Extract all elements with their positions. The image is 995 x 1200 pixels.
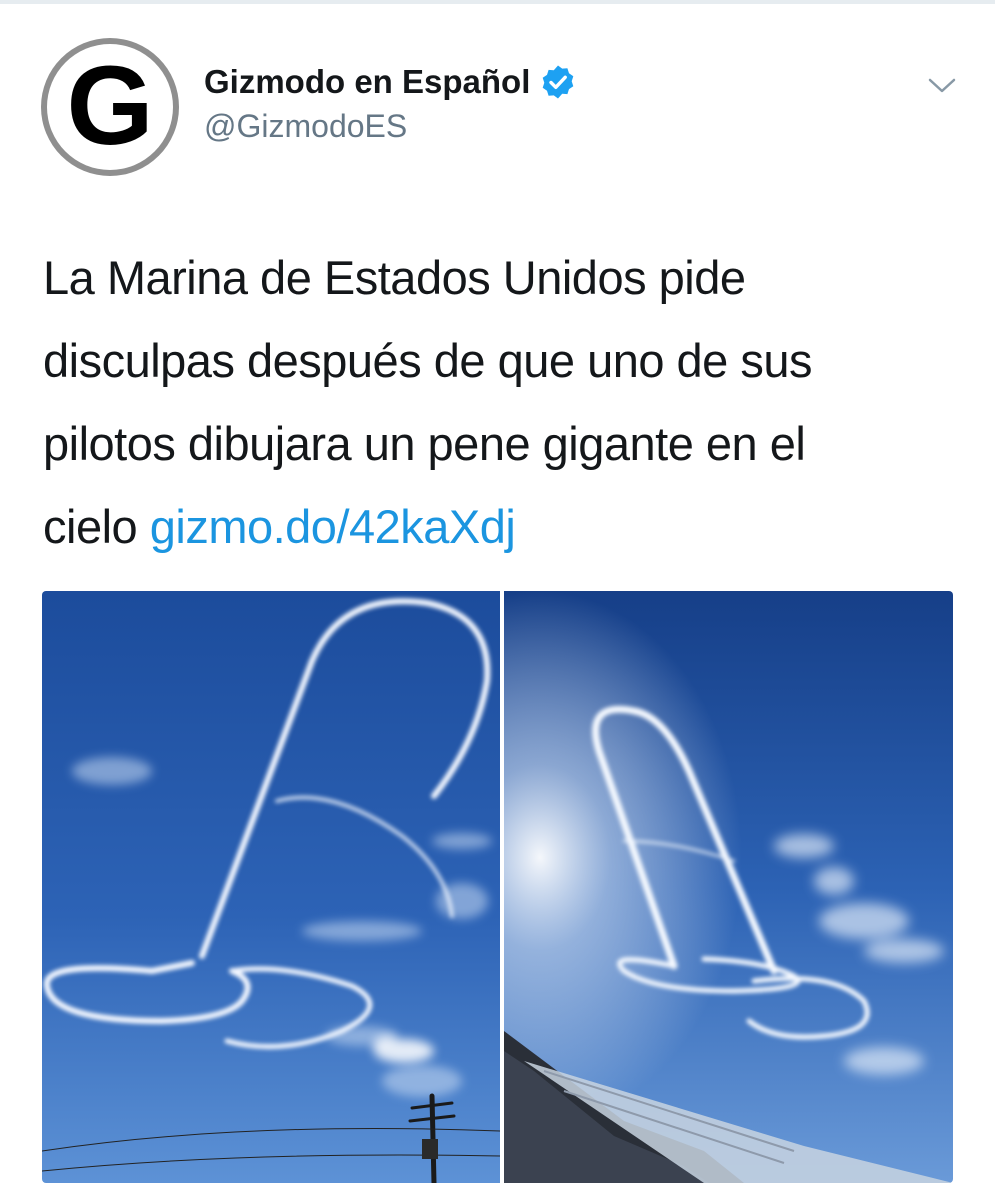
handle[interactable]: @GizmodoES	[204, 108, 407, 145]
tweet-text-line: cielo	[43, 500, 150, 553]
verified-badge-icon	[540, 64, 576, 100]
avatar-logo: G	[47, 44, 173, 170]
avatar-letter: G	[66, 44, 153, 168]
chevron-down-icon[interactable]	[922, 66, 962, 106]
tweet-text-line-last: cielo gizmo.do/42kaXdj	[43, 485, 958, 568]
author-name-row[interactable]: Gizmodo en Español	[204, 58, 576, 106]
top-divider	[0, 0, 995, 4]
tweet-link[interactable]: gizmo.do/42kaXdj	[150, 500, 516, 553]
media-grid	[42, 591, 953, 1183]
photo-sky-skywriting-right[interactable]	[504, 591, 953, 1183]
tweet-text: La Marina de Estados Unidos pide disculp…	[43, 236, 958, 568]
tweet-text-line: La Marina de Estados Unidos pide	[43, 251, 746, 304]
display-name[interactable]: Gizmodo en Español	[204, 63, 530, 101]
photo-sky-skywriting-left[interactable]	[42, 591, 500, 1183]
avatar[interactable]: G	[41, 38, 179, 176]
tweet-text-line: disculpas después de que uno de sus	[43, 334, 813, 387]
tweet-text-line: pilotos dibujara un pene gigante en el	[43, 417, 806, 470]
